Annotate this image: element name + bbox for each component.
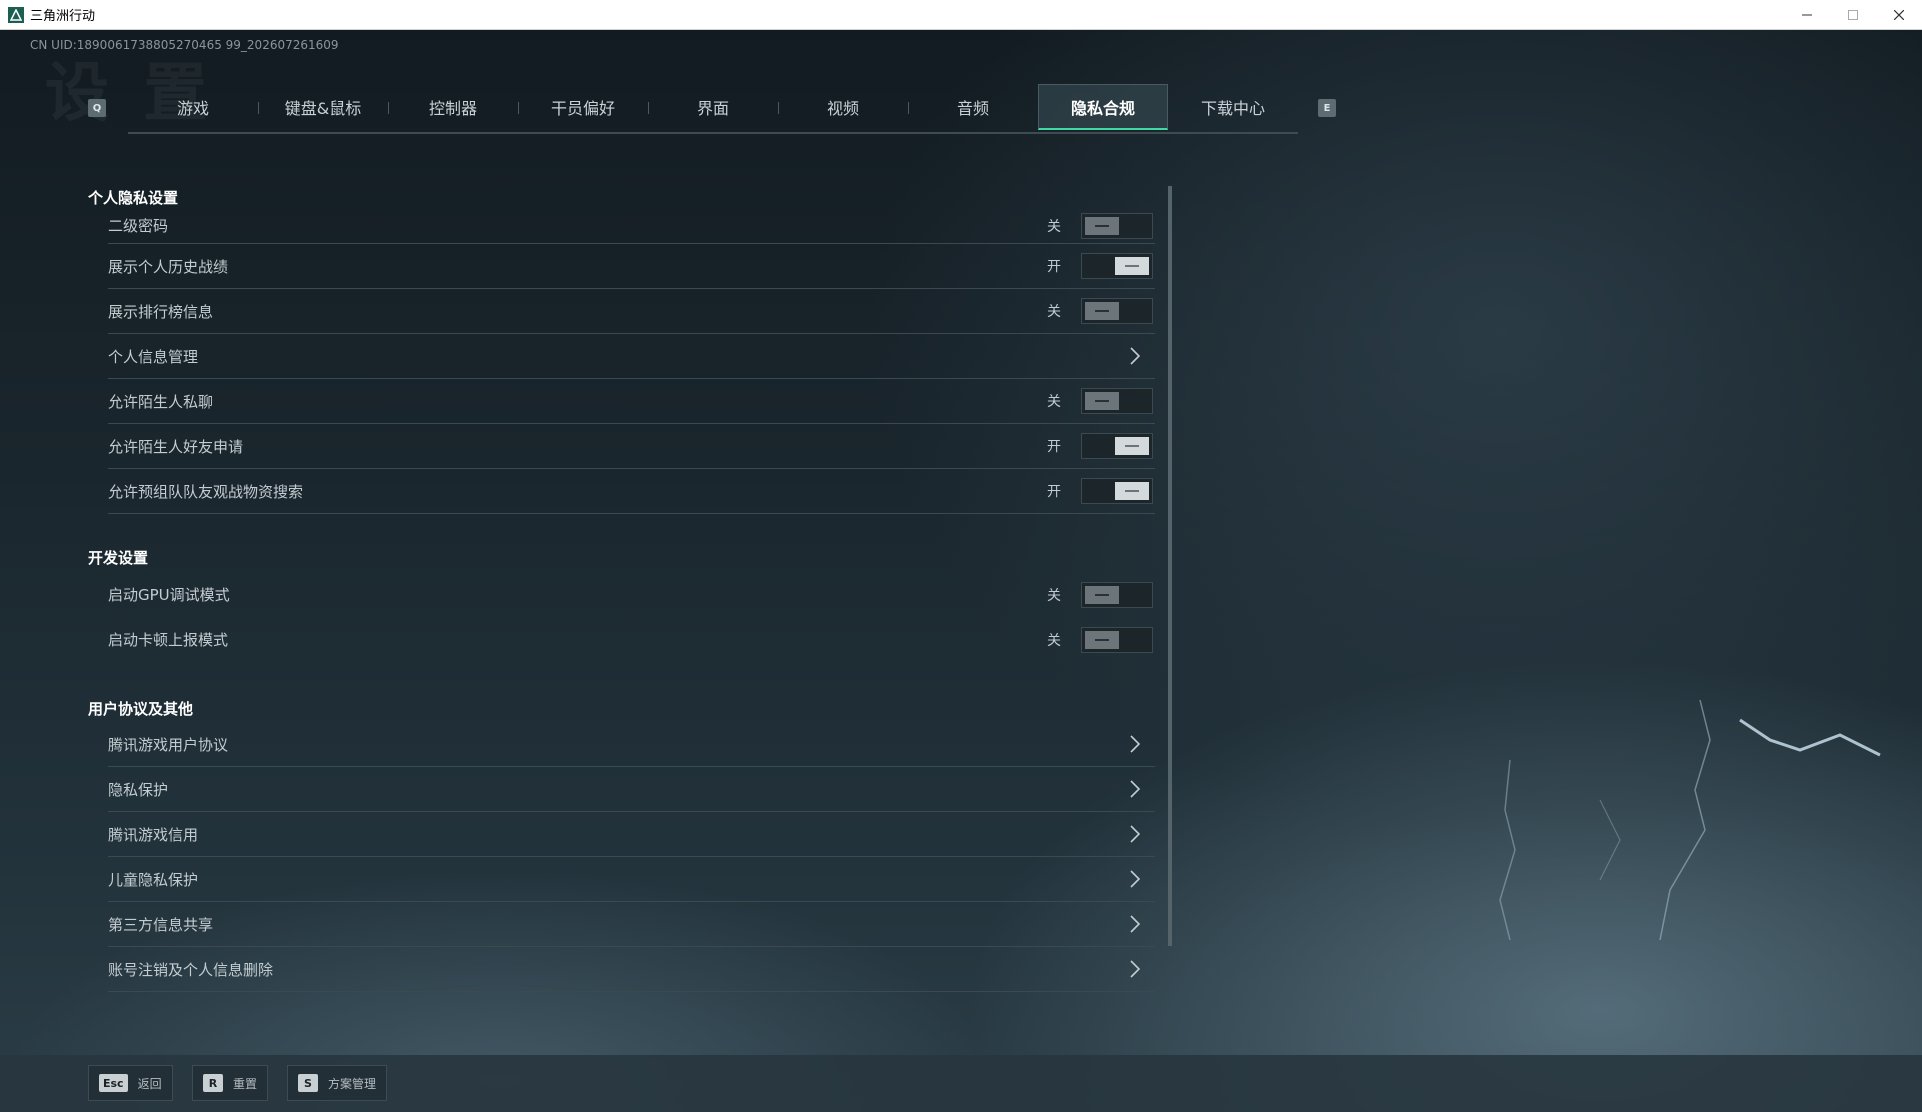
toggle-switch[interactable] [1081, 433, 1153, 459]
tab-download-center[interactable]: 下载中心 [1168, 84, 1298, 130]
row-show-leaderboard[interactable]: 展示排行榜信息 关 [108, 289, 1155, 334]
chevron-right-icon [1129, 869, 1141, 889]
row-label: 隐私保护 [108, 780, 169, 799]
row-account-deletion[interactable]: 账号注销及个人信息删除 [108, 947, 1155, 992]
toggle-knob [1085, 302, 1119, 320]
back-button[interactable]: Esc 返回 [88, 1065, 173, 1101]
maximize-icon[interactable] [1830, 0, 1876, 30]
row-privacy-protection[interactable]: 隐私保护 [108, 767, 1155, 812]
row-label: 允许陌生人私聊 [108, 392, 214, 411]
chevron-right-icon [1129, 779, 1141, 799]
back-label: 返回 [137, 1076, 162, 1091]
row-label: 展示个人历史战绩 [108, 257, 229, 276]
toggle-knob [1115, 257, 1149, 275]
section-title-privacy: 个人隐私设置 [88, 189, 179, 207]
preset-management-button[interactable]: S 方案管理 [287, 1065, 388, 1101]
toggle-state: 开 [1047, 259, 1061, 275]
row-tencent-credit[interactable]: 腾讯游戏信用 [108, 812, 1155, 857]
row-third-party-sharing[interactable]: 第三方信息共享 [108, 902, 1155, 947]
title-bar: 三角洲行动 [0, 0, 1922, 30]
tab-keyboard-mouse[interactable]: 键盘&鼠标 [258, 84, 388, 130]
minimize-icon[interactable] [1784, 0, 1830, 30]
toggle-state: 关 [1047, 632, 1061, 649]
toggle-switch[interactable] [1081, 212, 1153, 239]
settings-scrollbar[interactable] [1168, 186, 1172, 946]
tab-interface[interactable]: 界面 [648, 84, 778, 130]
toggle-switch[interactable] [1081, 626, 1153, 653]
row-child-privacy[interactable]: 儿童隐私保护 [108, 857, 1155, 902]
row-team-spectate-search[interactable]: 允许预组队队友观战物资搜索 开 [108, 469, 1155, 514]
row-label: 腾讯游戏信用 [108, 825, 199, 844]
row-label: 个人信息管理 [108, 347, 199, 366]
toggle-knob [1085, 216, 1119, 235]
window-controls [1784, 0, 1922, 30]
key-hint-esc: Esc [99, 1074, 128, 1092]
row-label: 儿童隐私保护 [108, 870, 199, 889]
reset-button[interactable]: R 重置 [192, 1065, 269, 1101]
row-label: 展示排行榜信息 [108, 302, 214, 321]
bottom-action-bar: Esc 返回 R 重置 S 方案管理 [0, 1055, 1922, 1112]
lightning-decoration [1499, 699, 1881, 941]
chevron-right-icon [1129, 734, 1141, 754]
toggle-switch[interactable] [1081, 253, 1153, 279]
reset-label: 重置 [233, 1076, 258, 1091]
toggle-knob [1085, 392, 1119, 410]
tab-audio[interactable]: 音频 [908, 84, 1038, 130]
tab-operator-preference[interactable]: 干员偏好 [518, 84, 648, 130]
tab-game[interactable]: 游戏 [128, 84, 258, 130]
delta-force-icon [8, 6, 24, 23]
row-gpu-debug[interactable]: 启动GPU调试模式 关 [108, 572, 1155, 617]
row-label: 启动GPU调试模式 [108, 586, 230, 604]
row-secondary-password[interactable]: 二级密码 关 [108, 208, 1155, 244]
toggle-state: 开 [1047, 484, 1061, 500]
tab-video[interactable]: 视频 [778, 84, 908, 130]
toggle-state: 关 [1047, 304, 1061, 320]
next-tab-key[interactable]: E [1318, 99, 1336, 117]
toggle-knob [1115, 482, 1149, 500]
uid-label: CN UID:1890061738805270465 99_2026072616… [30, 38, 339, 52]
row-personal-info-management[interactable]: 个人信息管理 [108, 334, 1155, 379]
row-show-history[interactable]: 展示个人历史战绩 开 [108, 244, 1155, 289]
close-icon[interactable] [1876, 0, 1922, 30]
key-hint-s: S [298, 1074, 318, 1092]
row-label: 账号注销及个人信息删除 [108, 960, 274, 979]
row-label: 腾讯游戏用户协议 [108, 735, 229, 754]
row-stutter-report[interactable]: 启动卡顿上报模式 关 [108, 617, 1155, 662]
row-label: 二级密码 [108, 217, 169, 235]
toggle-switch[interactable] [1081, 581, 1153, 608]
row-stranger-chat[interactable]: 允许陌生人私聊 关 [108, 379, 1155, 424]
row-tencent-user-agreement[interactable]: 腾讯游戏用户协议 [108, 722, 1155, 767]
row-label: 启动卡顿上报模式 [108, 631, 229, 649]
game-window: 三角洲行动 设 置 CN UID:1890061738805270465 99_… [0, 0, 1922, 1112]
toggle-knob [1115, 437, 1149, 455]
section-title-dev: 开发设置 [88, 549, 149, 567]
toggle-state: 关 [1047, 394, 1061, 410]
preset-management-label: 方案管理 [328, 1076, 377, 1091]
key-hint-r: R [203, 1074, 223, 1092]
settings-tabs: 游戏 键盘&鼠标 控制器 干员偏好 界面 视频 音频 隐私合规 下载中心 [128, 84, 1298, 134]
section-title-agreements: 用户协议及其他 [88, 700, 194, 718]
toggle-switch[interactable] [1081, 298, 1153, 324]
prev-tab-key[interactable]: Q [88, 99, 106, 117]
tab-controller[interactable]: 控制器 [388, 84, 518, 130]
chevron-right-icon [1129, 346, 1141, 366]
toggle-knob [1085, 630, 1119, 649]
toggle-knob [1085, 585, 1119, 604]
toggle-state: 开 [1047, 439, 1061, 455]
window-title: 三角洲行动 [30, 9, 96, 24]
row-label: 第三方信息共享 [108, 915, 214, 934]
toggle-state: 关 [1047, 587, 1061, 604]
toggle-state: 关 [1047, 218, 1061, 235]
row-label: 允许陌生人好友申请 [108, 437, 244, 456]
chevron-right-icon [1129, 959, 1141, 979]
toggle-switch[interactable] [1081, 478, 1153, 504]
row-label: 允许预组队队友观战物资搜索 [108, 482, 304, 501]
toggle-switch[interactable] [1081, 388, 1153, 414]
tab-privacy-compliance[interactable]: 隐私合规 [1038, 84, 1168, 130]
chevron-right-icon [1129, 914, 1141, 934]
chevron-right-icon [1129, 824, 1141, 844]
row-stranger-friend-request[interactable]: 允许陌生人好友申请 开 [108, 424, 1155, 469]
